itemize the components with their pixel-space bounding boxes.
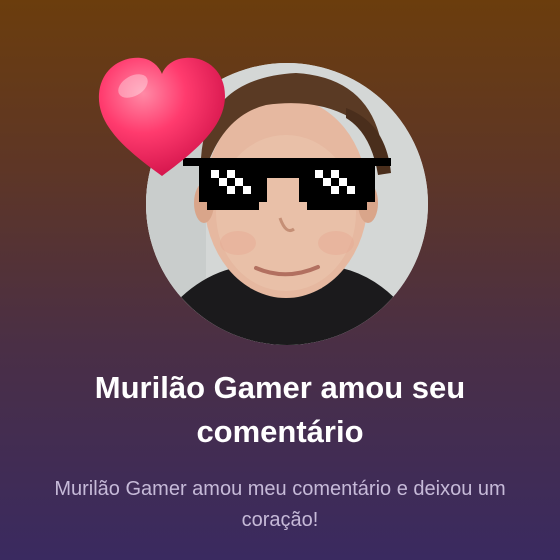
notification-message: Murilão Gamer amou meu comentário e deix… [54,478,506,531]
notification-card: Murilão Gamer amou seu comentário Murilã… [0,0,560,560]
heart-icon [98,57,225,176]
notification-title: Murilão Gamer amou seu comentário [94,370,466,449]
